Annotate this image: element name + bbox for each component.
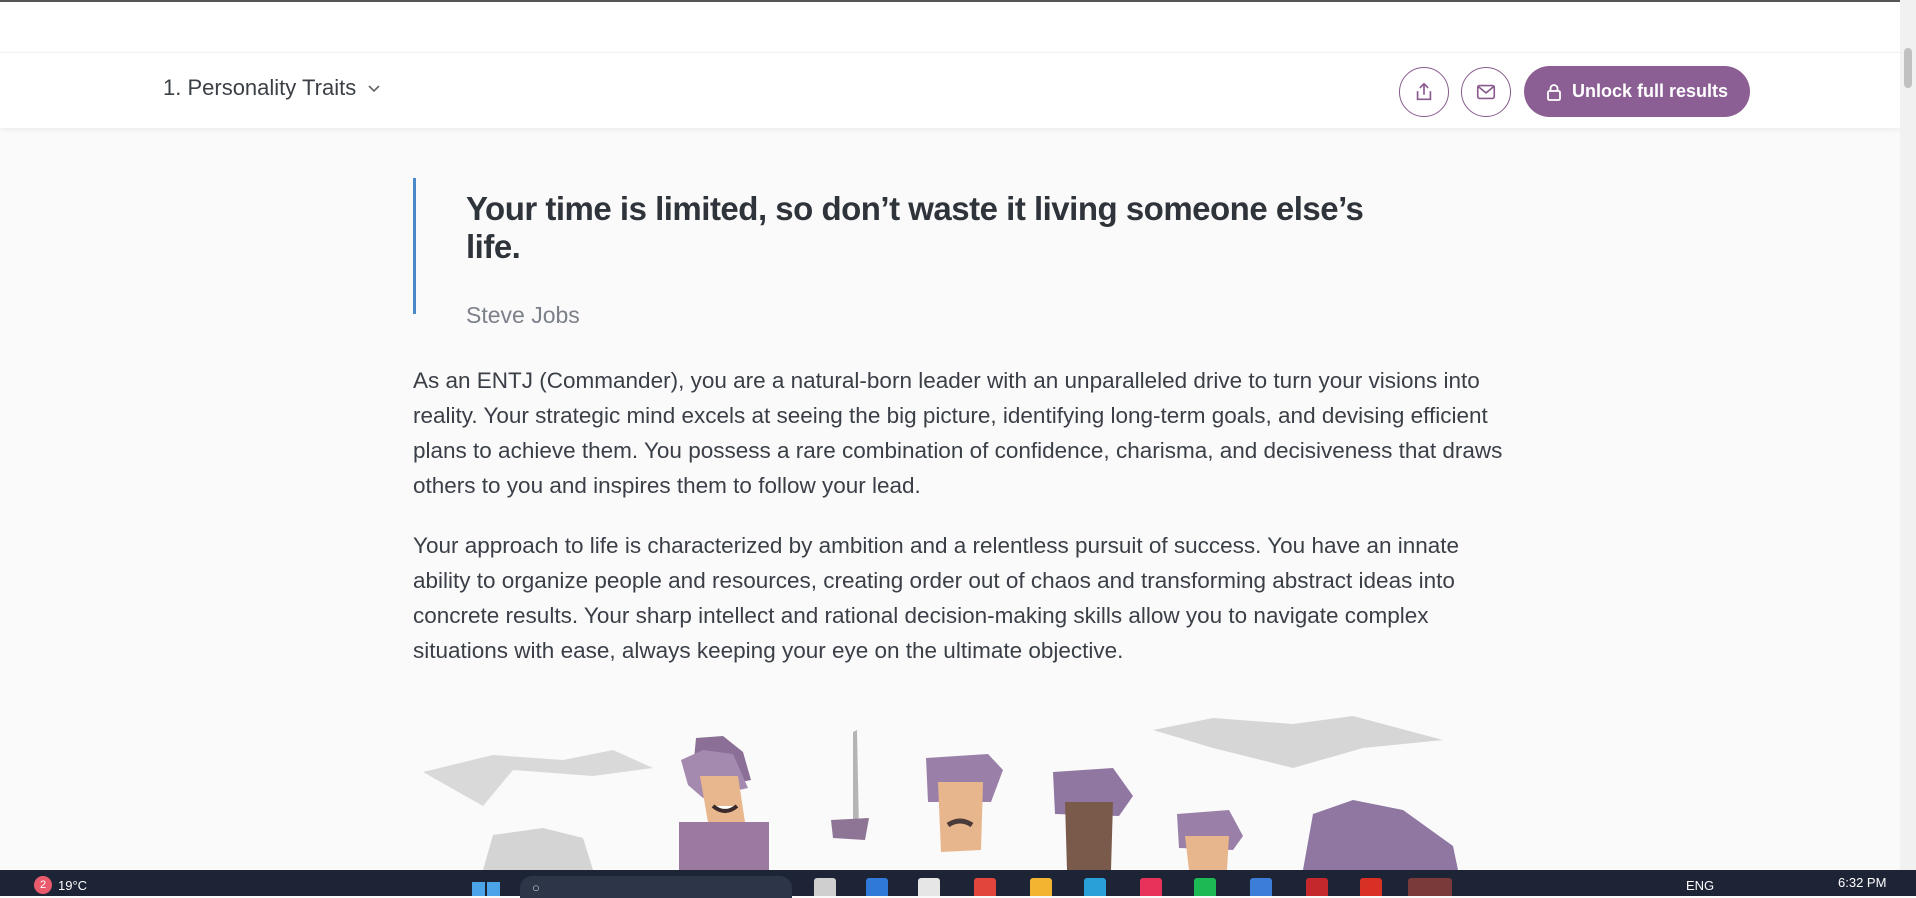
description-paragraph-2: Your approach to life is characterized b… <box>413 533 1460 663</box>
commander-illustration <box>423 716 1458 870</box>
mail-icon <box>1476 84 1496 100</box>
windows-taskbar: 2 19°C ○ ENG 6:32 PM <box>0 870 1916 898</box>
windows-start-icon[interactable] <box>472 878 500 896</box>
lock-icon <box>1547 83 1561 101</box>
taskbar-app-icon[interactable] <box>1250 878 1272 896</box>
quote-block: Your time is limited, so don’t waste it … <box>413 178 1413 328</box>
chrome-icon[interactable] <box>974 878 996 896</box>
chevron-down-icon <box>368 85 380 93</box>
sticky-header: 1. Personality Traits Unlock full result… <box>0 52 1900 128</box>
gmail-icon[interactable] <box>1360 878 1382 896</box>
taskbar-app-icon[interactable] <box>1084 878 1106 896</box>
scroll-thumb[interactable] <box>1904 48 1912 88</box>
weather-widget[interactable]: 2 19°C <box>34 876 87 894</box>
language-indicator[interactable]: ENG <box>1686 878 1714 893</box>
email-button[interactable] <box>1461 67 1511 117</box>
spotify-icon[interactable] <box>1194 878 1216 896</box>
whatsapp-icon[interactable] <box>1408 878 1452 896</box>
unlock-label: Unlock full results <box>1571 81 1729 101</box>
page-scrollbar[interactable] <box>1900 0 1916 870</box>
taskbar-app-icon[interactable] <box>1140 878 1162 896</box>
taskbar-app-icon[interactable] <box>1306 878 1328 896</box>
taskbar-app-icon[interactable] <box>814 878 836 896</box>
unlock-full-results-button[interactable]: Unlock full results <box>1524 66 1750 117</box>
folder-icon[interactable] <box>1030 878 1052 896</box>
quote-text: Your time is limited, so don’t waste it … <box>466 190 1364 265</box>
share-button[interactable] <box>1399 67 1449 117</box>
section-title-label: 1. Personality Traits <box>163 75 357 100</box>
description-paragraph-1: As an ENTJ (Commander), you are a natura… <box>413 368 1503 498</box>
page-top-area <box>0 2 1900 52</box>
clock[interactable]: 6:32 PM <box>1838 875 1886 890</box>
taskbar-app-icon[interactable] <box>866 878 888 896</box>
taskbar-search[interactable]: ○ <box>520 876 792 898</box>
quote-author: Steve Jobs <box>466 302 580 328</box>
weather-temperature: 19°C <box>58 877 88 893</box>
taskbar-app-icon[interactable] <box>918 878 940 896</box>
share-icon <box>1416 82 1432 101</box>
search-icon: ○ <box>532 879 540 895</box>
weather-badge: 2 <box>34 876 52 894</box>
section-dropdown[interactable]: 1. Personality Traits <box>163 75 382 101</box>
